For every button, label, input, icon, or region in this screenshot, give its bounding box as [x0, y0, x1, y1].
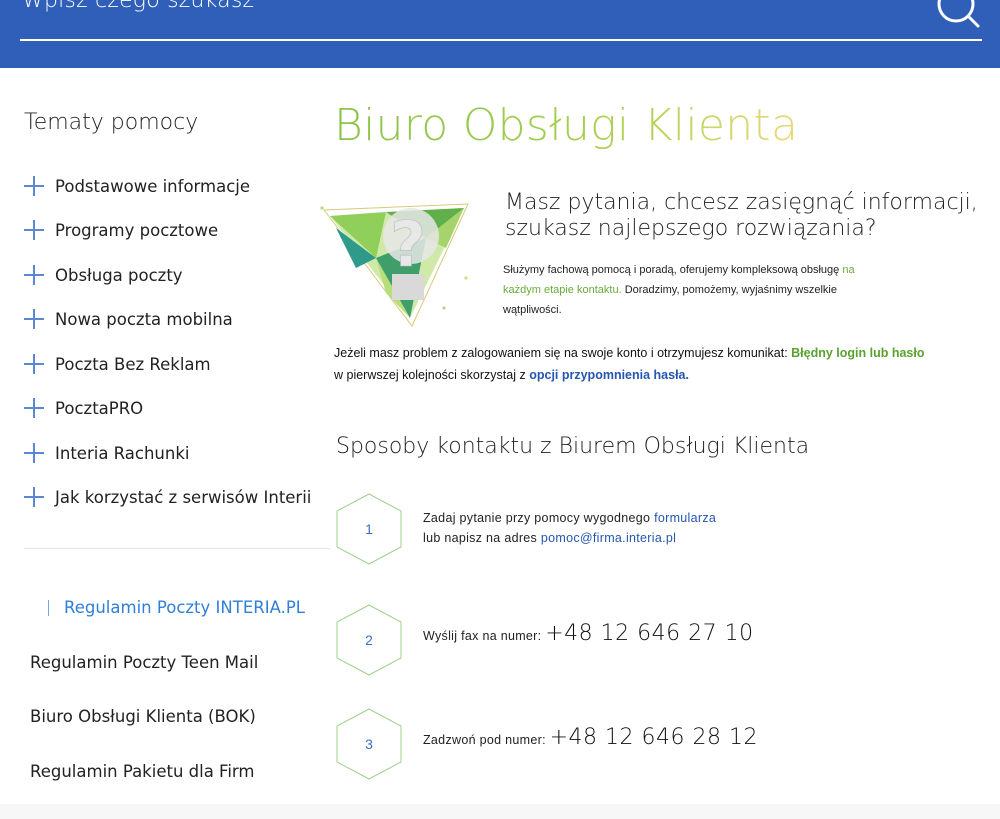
notice-text: w pierwszej kolejności skorzystaj z	[334, 368, 526, 382]
search-icon[interactable]	[934, 0, 984, 32]
error-message-highlight: Błędny login lub hasło	[791, 346, 925, 360]
sidebar-item-obsluga[interactable]: Obsługa poczty	[24, 263, 183, 287]
contact-text: lub napisz na adres	[423, 531, 538, 545]
search-underline	[20, 39, 982, 41]
plus-icon	[24, 443, 44, 463]
regulation-link[interactable]: Biuro Obsługi Klienta (BOK)	[30, 707, 256, 726]
lead-heading: Masz pytania, chcesz zasięgnąć informacj…	[505, 190, 978, 241]
sidebar-item-podstawowe[interactable]: Podstawowe informacje	[24, 174, 250, 198]
plus-icon	[24, 176, 44, 196]
sidebar-item-bez-reklam[interactable]: Poczta Bez Reklam	[24, 352, 211, 376]
intro-paragraph: Służymy fachową pomocą i poradą, oferuje…	[503, 260, 883, 320]
step-number: 3	[365, 736, 373, 752]
contact-text: Zadaj pytanie przy pomocy wygodnego	[423, 511, 651, 525]
sidebar-item-label: Jak korzystać z serwisów Interii	[55, 487, 312, 507]
plus-icon	[24, 309, 44, 329]
sidebar-item-jak-korzystac[interactable]: Jak korzystać z serwisów Interii	[24, 485, 311, 509]
contact-form-info: Zadaj pytanie przy pomocy wygodnego form…	[423, 508, 716, 548]
phone-label: Zadzwoń pod numer	[423, 733, 543, 747]
sidebar-item-label: Obsługa poczty	[55, 265, 183, 285]
regulation-link[interactable]: Regulamin Pakietu dla Firm	[30, 762, 255, 781]
plus-icon	[24, 398, 44, 418]
footer-strip	[0, 804, 1000, 819]
sidebar-item-pocztapro[interactable]: PocztaPRO	[24, 396, 143, 420]
step-badge-3: 3	[334, 707, 404, 781]
question-mark-illustration: ?	[320, 203, 469, 327]
password-reminder-link[interactable]: opcji przypomnienia hasła.	[529, 368, 689, 382]
fax-number: +48 12 646 27 10	[545, 621, 754, 646]
phone-info: Zadzwoń pod numer: +48 12 646 28 12	[423, 725, 758, 750]
sidebar-title: Tematy pomocy	[24, 110, 199, 135]
step-badge-2: 2	[334, 603, 404, 677]
form-link[interactable]: formularza	[654, 511, 716, 525]
notice-text: Jeżeli masz problem z zalogowaniem się n…	[334, 346, 788, 360]
sidebar-item-label: Interia Rachunki	[55, 443, 190, 463]
active-indicator	[48, 600, 49, 616]
plus-icon	[24, 487, 44, 507]
step-number: 2	[365, 632, 373, 648]
header-bar: Wpisz czego szukasz	[0, 0, 1000, 68]
sidebar-item-label: PocztaPRO	[55, 398, 144, 418]
step-badge-1: 1	[334, 492, 404, 566]
regulation-link-active[interactable]: Regulamin Poczty INTERIA.PL	[64, 598, 305, 617]
sidebar-divider	[24, 548, 330, 549]
plus-icon	[24, 265, 44, 285]
sidebar-item-programy[interactable]: Programy pocztowe	[24, 218, 218, 242]
sidebar-item-label: Programy pocztowe	[55, 220, 219, 240]
svg-text:?: ?	[390, 208, 426, 281]
plus-icon	[24, 220, 44, 240]
regulation-link[interactable]: Regulamin Poczty Teen Mail	[30, 653, 258, 672]
plus-icon	[24, 354, 44, 374]
step-number: 1	[365, 521, 373, 537]
contact-section-title: Sposoby kontaktu z Biurem Obsługi Klient…	[336, 434, 810, 459]
sidebar-item-mobilna[interactable]: Nowa poczta mobilna	[24, 307, 233, 331]
sidebar-item-rachunki[interactable]: Interia Rachunki	[24, 441, 189, 465]
sidebar-item-label: Poczta Bez Reklam	[55, 354, 211, 374]
phone-number[interactable]: +48 12 646 28 12	[550, 725, 758, 750]
intro-text: Służymy fachową pomocą i poradą, oferuje…	[503, 264, 840, 276]
page-title: Biuro Obsługi Klienta	[334, 100, 799, 151]
fax-label: Wyślij fax na numer	[423, 629, 538, 643]
sidebar-item-label: Podstawowe informacje	[55, 176, 251, 196]
email-link[interactable]: pomoc@firma.interia.pl	[541, 531, 676, 545]
login-problem-notice: Jeżeli masz problem z zalogowaniem się n…	[334, 342, 974, 386]
sidebar-item-label: Nowa poczta mobilna	[55, 309, 233, 329]
fax-info: Wyślij fax na numer: +48 12 646 27 10	[423, 621, 754, 646]
search-input[interactable]: Wpisz czego szukasz	[22, 0, 254, 13]
